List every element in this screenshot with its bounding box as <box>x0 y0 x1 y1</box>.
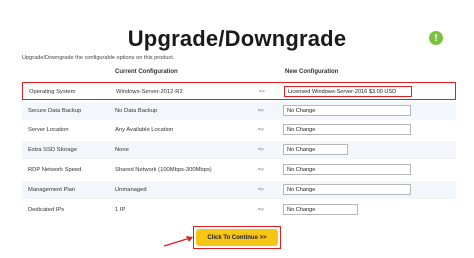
arrow-right-icon: => <box>259 89 265 95</box>
table-row-operating-system: Operating System Windows-Server-2012-R2 … <box>22 82 456 100</box>
arrow-right-icon: => <box>258 147 264 153</box>
table-row-rdp-network-speed: RDP Network Speed Shared Network (100Mbp… <box>22 161 456 179</box>
table-row-extra-ssd-storage: Extra SSD Storage None => No Change <box>22 141 456 159</box>
new-configuration-header: New Configuration <box>285 69 339 75</box>
continue-highlight: Click To Continue >> <box>193 226 281 249</box>
row-current-value: Any Available Location <box>115 127 174 133</box>
row-label: Dedicated IPs <box>28 207 65 213</box>
page-description: Upgrade/Downgrade the configurable optio… <box>22 55 175 61</box>
table-row-dedicated-ips: Dedicated IPs 1 IP => No Change <box>22 201 456 219</box>
row-current-value: Shared Network (100Mbps-300Mbps) <box>115 167 212 173</box>
secure-data-backup-select[interactable]: No Change <box>283 105 411 116</box>
arrow-right-icon: => <box>258 207 264 213</box>
current-configuration-header: Current Configuration <box>115 69 178 75</box>
table-row-server-location: Server Location Any Available Location =… <box>22 121 456 139</box>
management-plan-select[interactable]: No Change <box>283 184 411 195</box>
row-label: Operating System <box>29 89 76 95</box>
arrow-right-icon: => <box>258 187 264 193</box>
arrow-right-icon: => <box>258 108 264 114</box>
arrow-right-icon: => <box>258 167 264 173</box>
table-row-management-plan: Management Plan Unmanaged => No Change <box>22 181 456 199</box>
page-title: Upgrade/Downgrade <box>127 26 347 51</box>
arrow-right-icon: => <box>258 127 264 133</box>
continue-button[interactable]: Click To Continue >> <box>196 229 278 246</box>
row-label: RDP Network Speed <box>28 167 82 173</box>
pointer-arrow-icon <box>163 236 193 247</box>
dedicated-ips-select[interactable]: No Change <box>283 204 358 215</box>
row-label: Secure Data Backup <box>28 108 82 114</box>
server-location-select[interactable]: No Change <box>283 124 411 135</box>
row-current-value: 1 IP <box>115 207 126 213</box>
row-label: Extra SSD Storage <box>28 147 77 153</box>
extra-ssd-storage-select[interactable]: No Change <box>283 144 348 155</box>
row-current-value: None <box>115 147 129 153</box>
row-label: Management Plan <box>28 187 76 193</box>
rdp-network-speed-select[interactable]: No Change <box>283 164 411 175</box>
row-label: Server Location <box>28 127 69 133</box>
table-row-secure-data-backup: Secure Data Backup No Data Backup => No … <box>22 102 456 120</box>
row-current-value: Unmanaged <box>115 187 147 193</box>
operating-system-select[interactable]: Licensed Windows-Server-2016 $3.00 USD <box>284 86 412 97</box>
row-current-value: No Data Backup <box>115 108 158 114</box>
row-current-value: Windows-Server-2012-R2 <box>116 89 183 95</box>
info-circle-icon[interactable]: ! <box>429 31 443 45</box>
